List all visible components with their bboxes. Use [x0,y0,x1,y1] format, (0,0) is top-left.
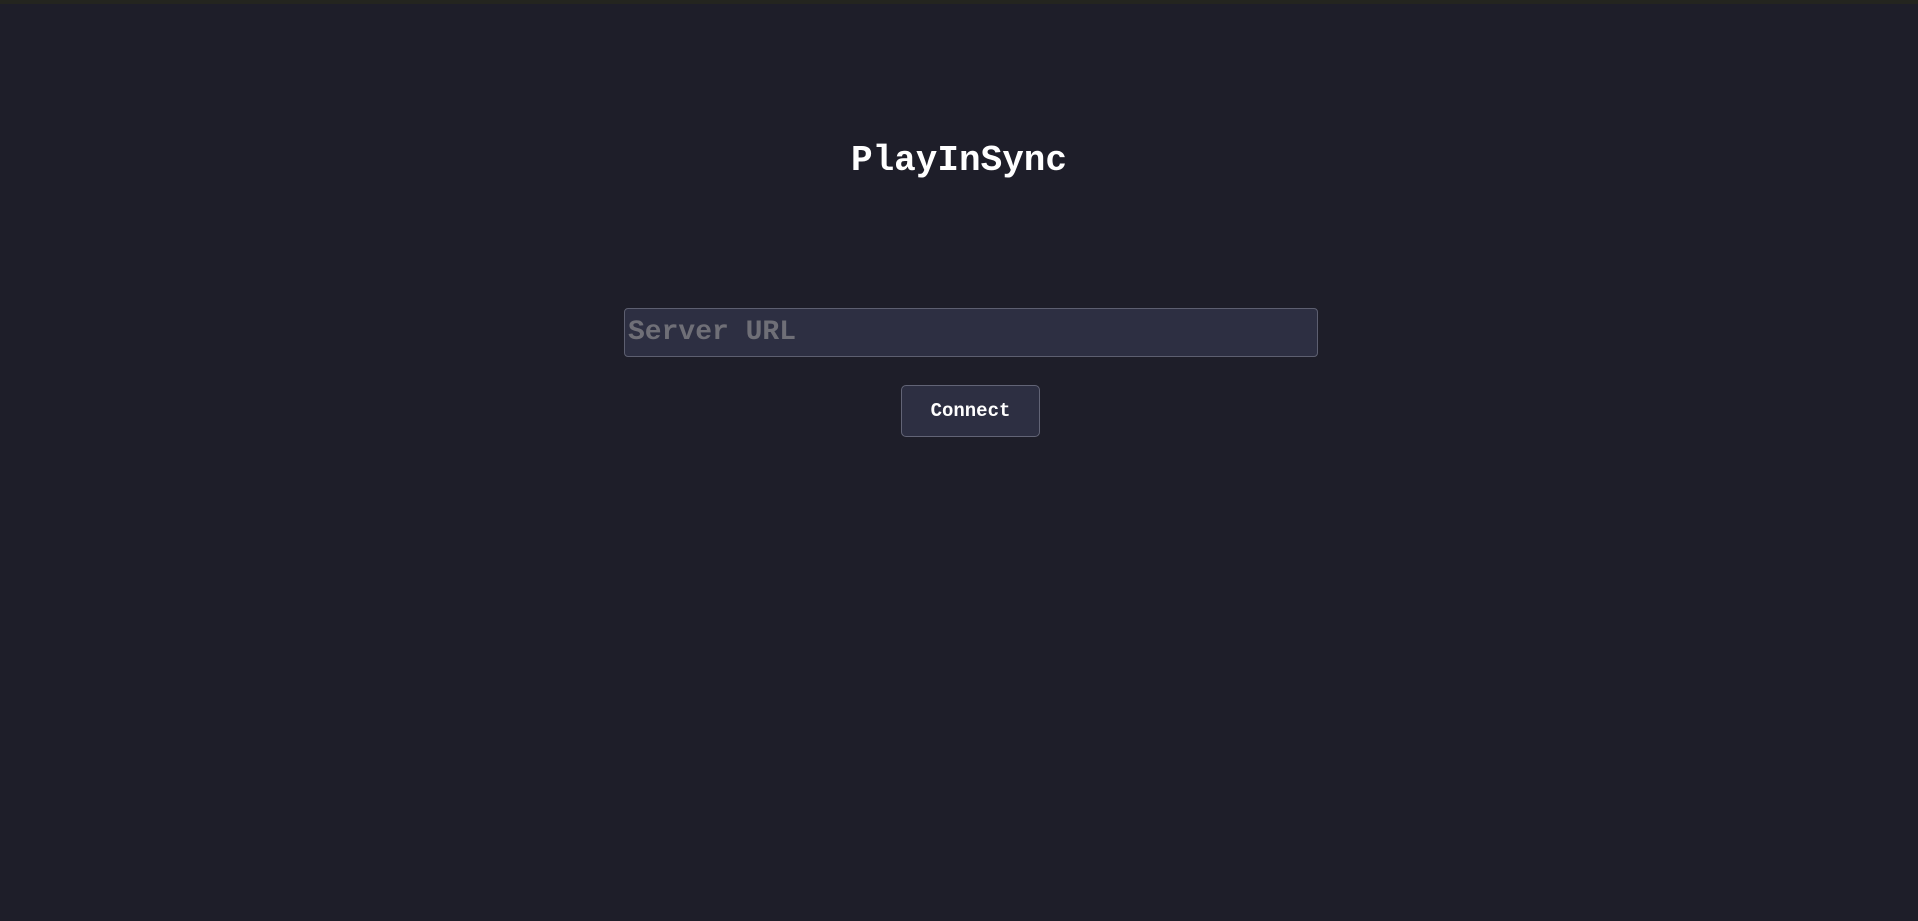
page-title: PlayInSync [850,140,1068,181]
connection-screen: PlayInSync Connect [0,0,1918,921]
server-url-input[interactable] [624,308,1318,357]
connect-button[interactable]: Connect [901,385,1040,437]
